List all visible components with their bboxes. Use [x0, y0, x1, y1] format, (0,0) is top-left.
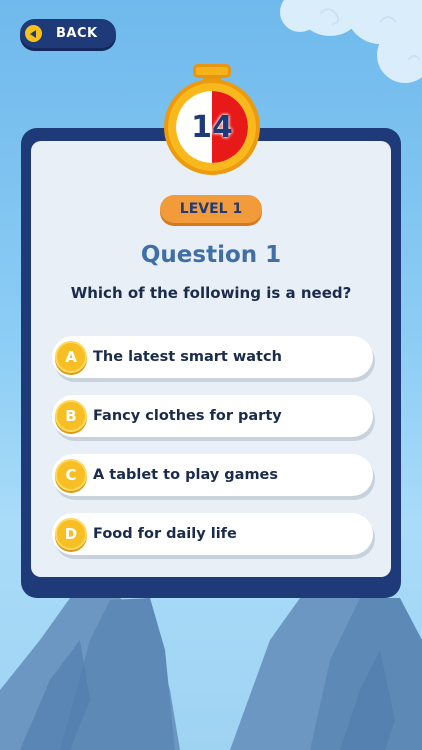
- level-badge: LEVEL 1: [160, 195, 262, 223]
- answer-letter-badge: B: [55, 400, 87, 432]
- answer-text: The latest smart watch: [93, 349, 282, 365]
- answer-option-a[interactable]: A The latest smart watch: [52, 336, 373, 378]
- answer-text: Food for daily life: [93, 526, 237, 542]
- quiz-screen: BACK 14 LEVEL 1 Question 1 Which of the …: [0, 0, 422, 750]
- answer-letter-badge: D: [55, 518, 87, 550]
- answer-letter-badge: A: [55, 341, 87, 373]
- stopwatch-button: [193, 64, 231, 78]
- question-text: Which of the following is a need?: [70, 284, 352, 302]
- cloud-decoration: [280, 0, 422, 83]
- mountain-range: [0, 598, 422, 750]
- back-button[interactable]: BACK: [20, 19, 116, 48]
- timer-seconds: 14: [191, 109, 233, 145]
- answer-option-b[interactable]: B Fancy clothes for party: [52, 395, 373, 437]
- answer-letter-badge: C: [55, 459, 87, 491]
- answer-text: A tablet to play games: [93, 467, 279, 483]
- question-title: Question 1: [140, 242, 282, 268]
- arrow-left-icon: [25, 25, 42, 42]
- answer-option-d[interactable]: D Food for daily life: [52, 513, 373, 555]
- answer-option-c[interactable]: C A tablet to play games: [52, 454, 373, 496]
- answer-text: Fancy clothes for party: [93, 408, 282, 424]
- back-button-label: BACK: [56, 26, 98, 41]
